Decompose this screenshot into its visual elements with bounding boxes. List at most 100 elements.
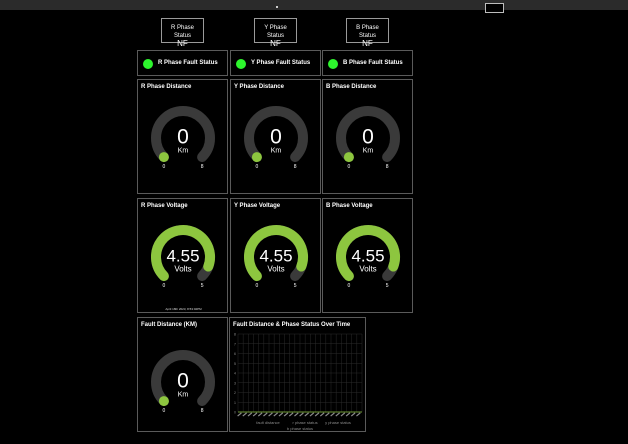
gauge-value: 4.55 bbox=[259, 246, 292, 265]
x-tick-label bbox=[247, 412, 253, 417]
gauge-fill bbox=[251, 152, 262, 163]
fault-status-label: Y Phase Fault Status bbox=[251, 60, 311, 66]
x-tick-label bbox=[350, 412, 356, 417]
window-control-button[interactable] bbox=[485, 3, 504, 13]
fault-distance-panel: Fault Distance (KM) 0 Km 0 8 bbox=[137, 317, 228, 432]
timestamp-label: April 18th 2023, 8:53:02PM bbox=[165, 307, 202, 311]
gauge-unit: Volts bbox=[174, 264, 191, 273]
legend-item[interactable]: r phase status bbox=[292, 420, 317, 425]
x-tick-label bbox=[237, 412, 242, 417]
x-tick-label bbox=[273, 412, 279, 417]
dashboard: R Phase Status NF Y Phase Status NF B Ph… bbox=[0, 0, 628, 444]
y-phase-voltage-panel: Y Phase Voltage 4.55 Volts 0 5 bbox=[230, 198, 321, 313]
x-tick-label bbox=[299, 412, 304, 417]
r-phase-voltage-panel: R Phase Voltage 4.55 Volts 0 5 April 18th 2… bbox=[137, 198, 228, 313]
y-phase-distance-panel: Y Phase Distance 0 Km 0 8 bbox=[230, 79, 321, 194]
gauge-fill bbox=[343, 152, 354, 163]
gauge-max-label: 5 bbox=[201, 283, 204, 289]
legend-item[interactable]: b phase status bbox=[287, 426, 313, 431]
x-tick-label bbox=[288, 412, 294, 417]
status-value: NF bbox=[270, 39, 281, 48]
legend-item[interactable]: fault distance bbox=[256, 420, 280, 425]
gauge-min-label: 0 bbox=[256, 164, 259, 170]
x-tick-label bbox=[242, 412, 248, 417]
x-tick-label bbox=[356, 412, 361, 417]
y-tick-label: 3 bbox=[234, 381, 236, 385]
r-phase-status-box: R Phase Status NF bbox=[161, 18, 204, 48]
gauge-dial: 4.55Volts 0 5 bbox=[336, 225, 400, 289]
x-tick-label bbox=[314, 412, 320, 417]
x-tick-label bbox=[345, 412, 351, 417]
x-tick-label bbox=[252, 412, 258, 417]
line-chart: 8 7 6 5 4 3 2 1 0 fault distance r phase status y p… bbox=[234, 333, 363, 431]
gauge-min-label: 0 bbox=[348, 164, 351, 170]
status-indicator-icon bbox=[143, 59, 153, 69]
gauge-fill bbox=[158, 396, 169, 407]
y-tick-label: 4 bbox=[234, 372, 236, 376]
gauge-min-label: 0 bbox=[348, 283, 351, 289]
status-value: NF bbox=[362, 39, 373, 48]
gauge-dial: 4.55Volts 0 5 bbox=[151, 225, 215, 289]
gauge-max-label: 8 bbox=[201, 408, 204, 414]
x-tick-label bbox=[257, 412, 263, 417]
gauge-min-label: 0 bbox=[163, 408, 166, 414]
x-tick-label bbox=[340, 412, 346, 417]
b-phase-fault-status: B Phase Fault Status bbox=[322, 50, 413, 76]
status-title: R Phase Status bbox=[170, 25, 194, 39]
y-tick-label: 7 bbox=[234, 342, 236, 346]
gauge-max-label: 8 bbox=[294, 164, 297, 170]
gauge-dial: 0Km0 8 bbox=[244, 106, 308, 170]
gauge-value: 4.55 bbox=[351, 246, 384, 265]
gauge-unit: Volts bbox=[267, 264, 284, 273]
status-title: Y Phase Status bbox=[264, 25, 287, 39]
x-tick-label bbox=[330, 412, 335, 417]
top-bar-marker bbox=[276, 6, 278, 8]
gauge-min-label: 0 bbox=[163, 283, 166, 289]
b-phase-status-box: B Phase Status NF bbox=[346, 18, 389, 48]
fault-distance-chart-panel: Fault Distance & Phase Status Over Time … bbox=[229, 317, 366, 432]
y-tick-label: 5 bbox=[234, 362, 236, 366]
gauge-value: 0 bbox=[177, 125, 189, 148]
gauge-max-label: 8 bbox=[201, 164, 204, 170]
gauge-unit: Volts bbox=[359, 264, 376, 273]
y-tick-label: 8 bbox=[234, 333, 236, 337]
x-tick-label bbox=[268, 412, 273, 417]
gauge-value: 0 bbox=[270, 125, 282, 148]
gauge-fill bbox=[158, 152, 169, 163]
gauge-dial: 4.55Volts 0 5 bbox=[244, 225, 308, 289]
gauge-min-label: 0 bbox=[256, 283, 259, 289]
gauge-max-label: 5 bbox=[386, 283, 389, 289]
r-phase-distance-panel: R Phase Distance 0 Km 0 8 bbox=[137, 79, 228, 194]
status-indicator-icon bbox=[328, 59, 338, 69]
gauge-dial: 0Km0 8 bbox=[151, 106, 215, 170]
top-bar bbox=[0, 0, 628, 10]
gauge-max-label: 8 bbox=[386, 164, 389, 170]
x-tick-label bbox=[325, 412, 330, 417]
gauge-max-label: 5 bbox=[294, 283, 297, 289]
legend-item[interactable]: y phase status bbox=[325, 420, 351, 425]
gauge-min-label: 0 bbox=[163, 164, 166, 170]
x-tick-label bbox=[278, 412, 284, 417]
r-phase-fault-status: R Phase Fault Status bbox=[137, 50, 228, 76]
gauge-unit: Km bbox=[178, 147, 189, 154]
status-title: B Phase Status bbox=[356, 25, 379, 39]
x-tick-label bbox=[263, 412, 268, 417]
gauge-value: 0 bbox=[362, 125, 374, 148]
b-phase-distance-panel: B Phase Distance 0 Km 0 8 bbox=[322, 79, 413, 194]
fault-status-label: R Phase Fault Status bbox=[158, 60, 218, 66]
gauge-unit: Km bbox=[271, 147, 282, 154]
status-value: NF bbox=[177, 39, 188, 48]
y-tick-label: 0 bbox=[234, 411, 236, 415]
fault-status-label: B Phase Fault Status bbox=[343, 60, 403, 66]
gauge-unit: Km bbox=[178, 391, 189, 398]
y-tick-label: 6 bbox=[234, 352, 236, 356]
y-tick-label: 1 bbox=[234, 401, 236, 405]
gauge-value: 4.55 bbox=[166, 246, 199, 265]
gauge-value: 0 bbox=[177, 369, 189, 392]
gauge-dial: 0Km0 8 bbox=[336, 106, 400, 170]
gauge-unit: Km bbox=[363, 147, 374, 154]
y-phase-status-box: Y Phase Status NF bbox=[254, 18, 297, 48]
status-indicator-icon bbox=[236, 59, 246, 69]
x-tick-label bbox=[335, 412, 341, 417]
x-tick-label bbox=[283, 412, 289, 417]
